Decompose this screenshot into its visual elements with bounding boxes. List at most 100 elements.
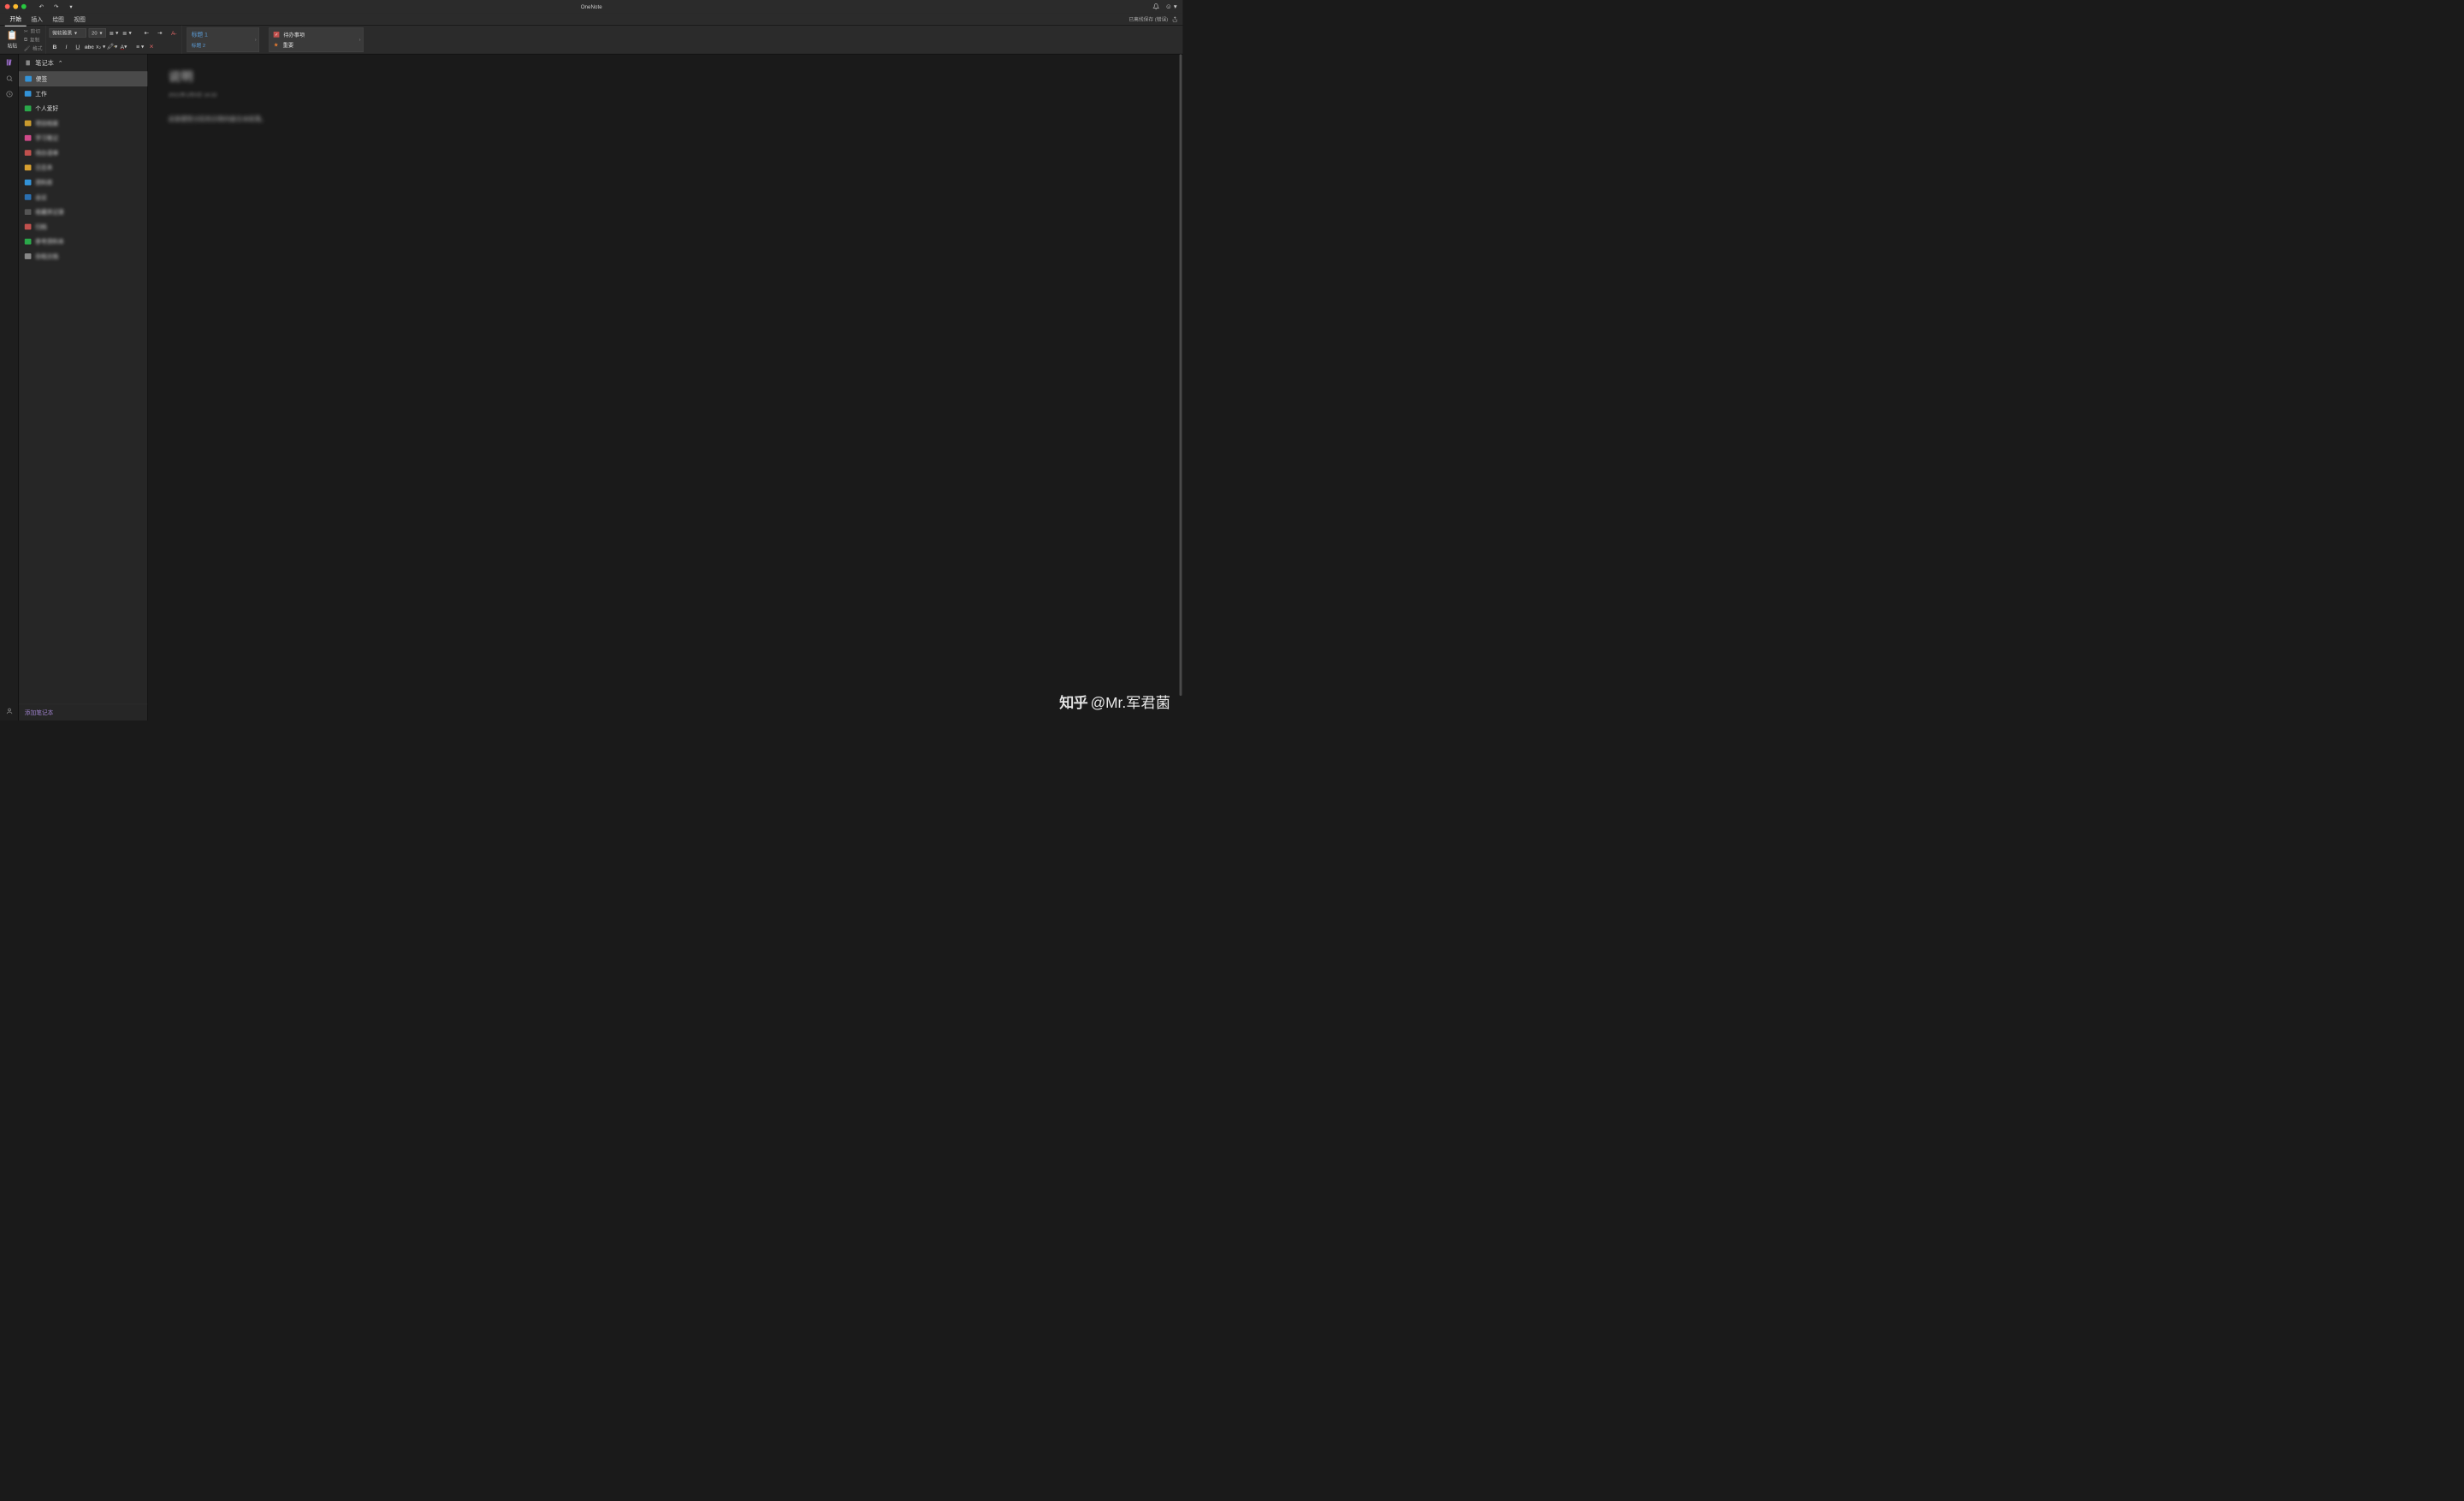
notebook-item[interactable]: 待办清单 bbox=[19, 145, 147, 160]
notebook-item[interactable]: 收藏夹记录 bbox=[19, 205, 147, 219]
notebook-color-icon bbox=[25, 164, 32, 170]
close-window-button[interactable] bbox=[5, 4, 10, 9]
tab-view[interactable]: 视图 bbox=[69, 13, 91, 26]
notebook-item[interactable]: 日志本 bbox=[19, 160, 147, 175]
sync-status[interactable]: 已离线保存 (错误) bbox=[1128, 15, 1168, 22]
highlight-button[interactable]: 🖍▾ bbox=[107, 42, 117, 52]
notebook-item[interactable]: 工作 bbox=[19, 86, 147, 101]
paste-button[interactable]: 📋 粘贴 bbox=[3, 27, 21, 52]
format-painter-button[interactable]: 🖌格式 bbox=[24, 44, 43, 51]
style-heading1[interactable]: 标题 1 bbox=[187, 27, 259, 40]
notebook-color-icon bbox=[25, 105, 32, 111]
notebook-color-icon bbox=[25, 253, 32, 259]
chevron-right-icon: › bbox=[359, 37, 361, 42]
tag-todo[interactable]: ✓待办事项 bbox=[274, 31, 364, 39]
rail-search-icon[interactable] bbox=[5, 74, 13, 82]
clipboard-icon: 📋 bbox=[7, 30, 18, 40]
maximize-window-button[interactable] bbox=[21, 4, 27, 9]
font-color-button[interactable]: A ▾ bbox=[118, 42, 128, 52]
share-icon[interactable] bbox=[1172, 16, 1178, 22]
notebook-item[interactable]: 个人爱好 bbox=[19, 101, 147, 116]
notebook-header-label: 笔记本 bbox=[35, 58, 54, 67]
vertical-scrollbar[interactable] bbox=[1180, 54, 1182, 696]
qat-customize-button[interactable]: ▾ bbox=[66, 2, 76, 12]
watermark-handle: @Mr.军君菌 bbox=[1091, 691, 1170, 712]
bullet-list-button[interactable]: ≣ ▾ bbox=[109, 27, 119, 38]
chevron-down-icon: ▾ bbox=[74, 30, 77, 36]
title-bar: ↶ ↷ ▾ OneNote ☺ ▾ bbox=[0, 0, 1182, 13]
notebook-icon bbox=[25, 59, 32, 66]
strikethrough-button[interactable]: abc bbox=[84, 42, 94, 52]
undo-button[interactable]: ↶ bbox=[36, 2, 46, 12]
tab-draw[interactable]: 绘图 bbox=[48, 13, 69, 26]
font-size-select[interactable]: 20▾ bbox=[89, 28, 106, 38]
redo-button[interactable]: ↷ bbox=[51, 2, 62, 12]
notebook-item-label: 参考资料本 bbox=[35, 237, 64, 246]
notebook-item[interactable]: 归档 bbox=[19, 219, 147, 234]
paste-label: 粘贴 bbox=[8, 42, 18, 49]
notebook-item[interactable]: 项目档案 bbox=[19, 116, 147, 130]
styles-gallery[interactable]: 标题 1 标题 2 › bbox=[187, 27, 259, 52]
rail-account-icon[interactable] bbox=[5, 708, 13, 715]
delete-button[interactable]: ✕ bbox=[146, 42, 157, 52]
clear-format-button[interactable]: A̶ bbox=[168, 27, 178, 38]
notebook-sidebar: 笔记本 ⌃ 便签工作个人爱好项目档案学习笔记待办清单日志本资料库会议收藏夹记录归… bbox=[19, 54, 148, 721]
chevron-down-icon: ▾ bbox=[99, 30, 102, 36]
zhihu-logo: 知乎 bbox=[1059, 691, 1087, 712]
font-family-select[interactable]: 微软雅黑▾ bbox=[50, 28, 86, 38]
notebook-item-label: 工作 bbox=[35, 90, 46, 98]
note-body[interactable]: 这是便签分区的示例内容文本段落。 bbox=[169, 115, 1163, 123]
notebook-item[interactable]: 会议 bbox=[19, 190, 147, 205]
notebook-color-icon bbox=[25, 194, 32, 200]
notebook-item-label: 存档文档 bbox=[35, 252, 58, 261]
minimize-window-button[interactable] bbox=[13, 4, 18, 9]
rail-recent-icon[interactable] bbox=[5, 91, 13, 98]
copy-button[interactable]: ⧉复制 bbox=[24, 36, 43, 43]
notebook-item[interactable]: 学习笔记 bbox=[19, 131, 147, 145]
rail-notebooks-icon[interactable] bbox=[5, 58, 14, 67]
note-title[interactable]: 说明 bbox=[169, 67, 1163, 85]
cut-button[interactable]: ✂剪切 bbox=[24, 27, 43, 34]
notebook-color-icon bbox=[25, 150, 32, 156]
nav-rail bbox=[0, 54, 19, 721]
align-button[interactable]: ≡ ▾ bbox=[135, 42, 145, 52]
scissors-icon: ✂ bbox=[24, 28, 28, 34]
underline-button[interactable]: U bbox=[73, 42, 83, 52]
tags-gallery[interactable]: ✓待办事项 ★重要 › bbox=[270, 27, 364, 52]
tag-important[interactable]: ★重要 bbox=[274, 41, 364, 49]
tab-home[interactable]: 开始 bbox=[5, 12, 27, 26]
notebook-item-label: 项目档案 bbox=[35, 119, 58, 128]
notebook-color-icon bbox=[25, 239, 32, 245]
tab-insert[interactable]: 插入 bbox=[27, 13, 48, 26]
notebook-item-label: 日志本 bbox=[35, 163, 52, 172]
notebook-item[interactable]: 资料库 bbox=[19, 175, 147, 189]
italic-button[interactable]: I bbox=[61, 42, 71, 52]
bold-button[interactable]: B bbox=[50, 42, 60, 52]
emoji-button[interactable]: ☺ ▾ bbox=[1165, 3, 1177, 11]
notification-icon[interactable] bbox=[1152, 3, 1159, 10]
notebook-color-icon bbox=[25, 209, 32, 215]
outdent-button[interactable]: ⇤ bbox=[141, 27, 151, 38]
notebook-color-icon bbox=[25, 76, 32, 82]
note-canvas[interactable]: 说明 2021年1月5日 14:32 这是便签分区的示例内容文本段落。 知乎 @… bbox=[148, 54, 1183, 721]
notebook-dropdown[interactable]: 笔记本 ⌃ bbox=[19, 54, 147, 71]
add-notebook-button[interactable]: 添加笔记本 bbox=[19, 704, 147, 721]
number-list-button[interactable]: ≣ ▾ bbox=[121, 27, 132, 38]
notebook-color-icon bbox=[25, 224, 32, 230]
notebook-item-label: 个人爱好 bbox=[35, 104, 58, 113]
notebook-list: 便签工作个人爱好项目档案学习笔记待办清单日志本资料库会议收藏夹记录归档参考资料本… bbox=[19, 72, 147, 704]
checkbox-icon: ✓ bbox=[274, 32, 280, 38]
notebook-item-label: 待办清单 bbox=[35, 149, 58, 157]
notebook-color-icon bbox=[25, 180, 32, 186]
quick-access-toolbar: ↶ ↷ ▾ bbox=[36, 2, 76, 12]
notebook-item-label: 归档 bbox=[35, 222, 46, 231]
notebook-item[interactable]: 存档文档 bbox=[19, 249, 147, 264]
indent-button[interactable]: ⇥ bbox=[155, 27, 165, 38]
notebook-item-label: 资料库 bbox=[35, 178, 52, 187]
brush-icon: 🖌 bbox=[24, 45, 30, 51]
notebook-item[interactable]: 便签 bbox=[19, 72, 147, 86]
subscript-button[interactable]: x₂ ▾ bbox=[95, 42, 105, 52]
style-heading2[interactable]: 标题 2 bbox=[187, 41, 259, 50]
notebook-item[interactable]: 参考资料本 bbox=[19, 234, 147, 249]
star-icon: ★ bbox=[274, 41, 279, 48]
